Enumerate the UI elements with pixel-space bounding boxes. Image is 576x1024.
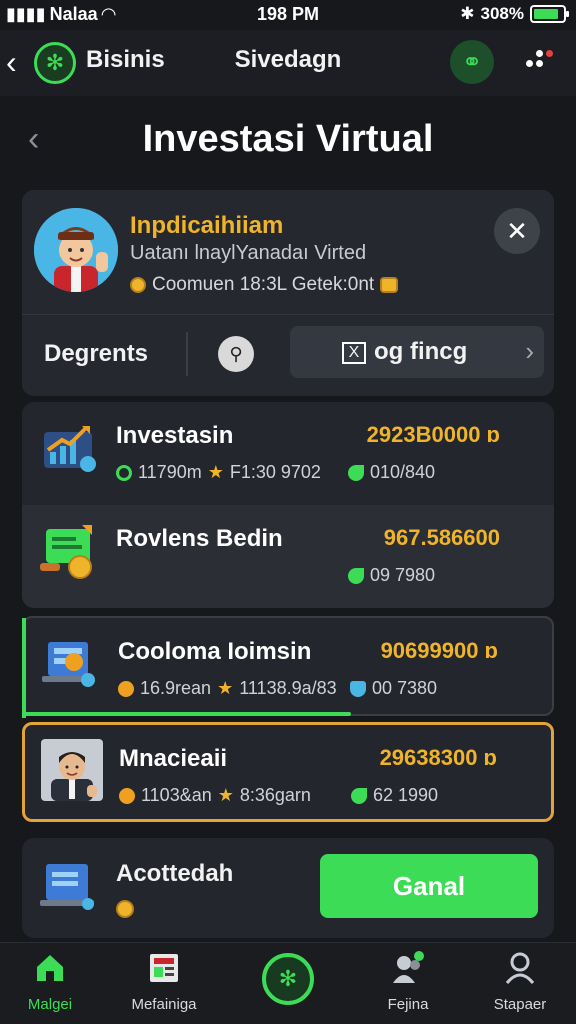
laptop-icon [40, 864, 94, 910]
item-amount: 90699900 ɒ [380, 638, 498, 663]
item-meta-duration: 16.9rean [140, 678, 212, 698]
person-avatar [41, 739, 103, 801]
item-meta-value: 00 7380 [372, 678, 438, 698]
item-meta-secondary: 00 7380 [350, 678, 437, 699]
investment-list: Investasin 2923B0000 ɒ 11790m ★ F1:30 97… [22, 402, 554, 608]
status-right-group: ✱ 308% [460, 4, 569, 24]
active-edge [22, 618, 26, 718]
item-meta: 16.9rean ★ 11138.9a/83 [118, 678, 337, 699]
coin-icon [116, 900, 134, 918]
location-pin-icon[interactable]: ⚲ [218, 336, 254, 372]
link-icon[interactable]: ⚭ [450, 40, 494, 84]
battery-level-fill [534, 9, 558, 19]
coin-icon [130, 277, 146, 293]
leaf-icon [348, 464, 364, 481]
filter-button[interactable]: X og fincg › [290, 326, 544, 378]
item-amount: 967.586600 [383, 525, 500, 550]
item-meta-value: 62 1990 [373, 785, 439, 805]
status-bar: ▮▮▮▮ Nalaa ◠ 198 PM ✱ 308% [0, 0, 576, 30]
item-meta-rating: F1:30 9702 [229, 462, 321, 482]
list-item[interactable]: Coolomа Ioimsin 90699900 ɒ 16.9rean ★ 11… [22, 616, 554, 718]
bluetooth-icon: ✱ [460, 4, 475, 23]
list-item[interactable]: Rovlens Bedin 967.586600 09 7980 [22, 505, 554, 608]
document-money-icon [40, 525, 92, 579]
nav-label: Mefainiga [131, 996, 197, 1013]
people-icon [393, 951, 424, 983]
newspaper-icon [150, 954, 178, 982]
profile-card: Inpdicaihiiam Uatanı lnaylYanadaı Virted… [22, 190, 554, 396]
item-meta-value: 09 7980 [370, 565, 436, 585]
primary-action-button[interactable]: Ganal [320, 854, 538, 918]
nav-item-community[interactable]: Fejina [358, 951, 458, 1013]
item-meta-secondary: 62 1990 [351, 785, 438, 806]
profile-meta: Coomuen 18:3L Getek:0nt [130, 274, 399, 296]
shield-icon [350, 680, 366, 697]
item-meta-secondary: 09 7980 [348, 565, 435, 586]
action-card: Acottedah Ganal [22, 838, 554, 938]
nav-label: Stapaer [493, 996, 547, 1013]
user-icon [505, 952, 535, 984]
divider [22, 314, 554, 315]
progress-bar [24, 712, 352, 716]
nav-item-reports[interactable]: Mefainiga [114, 951, 214, 1013]
tab-degrents[interactable]: Degrents [44, 340, 148, 368]
item-title: Investasin [116, 422, 234, 449]
list-item-selected[interactable]: Mnacieaii 29638300 ɒ 1103&an ★ 8:36garn … [22, 722, 554, 822]
filter-label: og fincg [374, 338, 468, 365]
item-meta-duration: 11790m [138, 462, 202, 482]
item-meta: 1103&an ★ 8:36garn [119, 785, 311, 806]
avatar[interactable] [34, 208, 118, 292]
chevron-right-icon: › [525, 336, 534, 366]
close-button[interactable]: ✕ [494, 208, 540, 254]
item-amount: 29638300 ɒ [379, 745, 497, 770]
item-meta-value: 010/840 [370, 462, 436, 482]
item-title: Mnacieaii [119, 745, 228, 772]
item-title: Rovlens Bedin [116, 525, 283, 552]
more-menu-icon[interactable] [522, 48, 562, 78]
profile-meta-text: Coomuen 18:3L Getek:0nt [152, 274, 375, 295]
coin-icon [119, 787, 135, 804]
item-title: Coolomа Ioimsin [118, 638, 312, 665]
item-meta-rating: 8:36garn [239, 785, 311, 805]
profile-subtitle: Uatanı lnaylYanadaı Virted [130, 242, 367, 264]
profile-name: Inpdicaihiiam [130, 212, 284, 239]
filter-box-icon: X [342, 342, 366, 364]
growth-chart-icon [44, 426, 96, 472]
list-item[interactable]: Investasin 2923B0000 ɒ 11790m ★ F1:30 97… [22, 402, 554, 505]
avatar-image [34, 208, 118, 292]
leaf-icon [348, 567, 364, 584]
battery-percent: 308% [480, 4, 524, 23]
clock-icon [116, 464, 132, 481]
nav-item-profile[interactable]: Stapaer [470, 951, 570, 1013]
home-icon [37, 955, 63, 981]
item-meta-rating: 11138.9a/83 [239, 678, 337, 698]
item-meta-secondary: 010/840 [348, 462, 435, 483]
page-title: Investasi Virtual [142, 118, 434, 160]
nav-item-home[interactable]: Malgei [0, 951, 100, 1013]
star-icon: ★ [217, 785, 234, 805]
item-meta: 11790m ★ F1:30 9702 [116, 462, 321, 483]
coin-icon [118, 680, 134, 697]
coin-stack-icon [380, 277, 399, 293]
star-icon: ★ [207, 462, 224, 482]
laptop-transfer-icon [42, 642, 95, 687]
leaf-icon [351, 787, 367, 804]
star-icon: ★ [217, 678, 234, 698]
battery-icon [530, 5, 569, 23]
bottom-nav: Malgei Mefainiga ✻ Fejina Stapaer [0, 942, 576, 1024]
nav-label: Fejina [387, 996, 429, 1013]
divider [186, 332, 188, 376]
app-bar: ‹ ✻ Bisinis Sivedagn ⚭ [0, 30, 576, 96]
nav-label: Malgei [27, 996, 73, 1013]
center-action-icon[interactable]: ✻ [262, 953, 314, 1005]
item-meta-duration: 1103&an [141, 785, 212, 805]
item-amount: 2923B0000 ɒ [366, 422, 500, 447]
action-card-title: Acottedah [116, 860, 234, 887]
